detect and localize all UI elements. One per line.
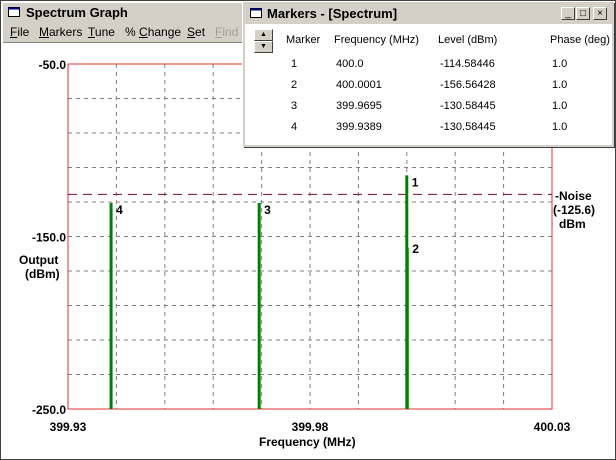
- y-axis-label-line1: Output: [19, 253, 59, 267]
- noise-unit-label: dBm: [559, 217, 586, 231]
- spinner-down-button[interactable]: ▼: [254, 41, 273, 53]
- spectral-line-marker-label: 1: [412, 175, 419, 189]
- x-tick-label: 400.03: [534, 420, 571, 434]
- menu-tune[interactable]: Tune: [88, 25, 115, 39]
- main-window-title: Spectrum Graph: [26, 5, 128, 20]
- noise-label: -Noise: [555, 189, 592, 203]
- y-tick-label: -150.0: [32, 231, 66, 245]
- spectral-line-marker-label: 4: [116, 203, 123, 217]
- minimize-button[interactable]: _: [561, 7, 575, 20]
- menu-set[interactable]: Set: [187, 25, 205, 39]
- close-icon: ×: [597, 8, 603, 19]
- column-header-marker[interactable]: Marker: [286, 34, 320, 46]
- marker-number: 2: [291, 79, 298, 91]
- marker-level: -130.58445: [440, 121, 496, 133]
- marker-level: -114.58446: [440, 58, 495, 70]
- marker-number: 3: [291, 100, 298, 112]
- marker-frequency: 400.0: [336, 58, 364, 70]
- marker-phase: 1.0: [552, 79, 568, 91]
- markers-window-title: Markers - [Spectrum]: [267, 6, 398, 21]
- marker-phase: 1.0: [552, 58, 568, 70]
- maximize-button[interactable]: □: [576, 7, 590, 20]
- menu-markers[interactable]: Markers: [39, 25, 82, 39]
- noise-value-label: (-125.6): [553, 203, 596, 217]
- marker-frequency: 399.9389: [336, 121, 382, 133]
- marker-number: 4: [291, 121, 298, 133]
- marker-phase: 1.0: [552, 100, 568, 112]
- minimize-icon: _: [565, 8, 571, 19]
- maximize-icon: □: [579, 8, 587, 19]
- marker-frequency: 400.0001: [336, 79, 382, 91]
- column-header-level[interactable]: Level (dBm): [438, 34, 497, 46]
- markers-title-bar[interactable]: Markers - [Spectrum] _ □ ×: [245, 4, 612, 24]
- marker-level: -130.58445: [440, 100, 496, 112]
- y-tick-label: -250.0: [32, 403, 66, 417]
- spectral-line-marker-label: 3: [264, 203, 271, 217]
- column-header-phase[interactable]: Phase (deg): [550, 34, 610, 46]
- x-tick-label: 399.98: [292, 420, 329, 434]
- y-tick-label: -50.0: [39, 58, 67, 72]
- marker-phase: 1.0: [552, 121, 568, 133]
- markers-window: Markers - [Spectrum] _ □ × ▲ ▼ Marker Fr…: [243, 2, 614, 147]
- spinner-up-button[interactable]: ▲: [254, 29, 273, 41]
- triangle-down-icon: ▼: [260, 43, 267, 50]
- markers-window-icon: [250, 8, 262, 18]
- x-axis-label: Frequency (MHz): [259, 435, 356, 449]
- triangle-up-icon: ▲: [260, 31, 267, 38]
- y-axis-label-line2: (dBm): [25, 267, 60, 281]
- menu-change[interactable]: % Change: [125, 25, 181, 39]
- column-header-frequency[interactable]: Frequency (MHz): [334, 34, 419, 46]
- close-button[interactable]: ×: [593, 7, 607, 20]
- marker-level: -156.56428: [440, 79, 496, 91]
- window-app-icon: [8, 7, 20, 17]
- marker-frequency: 399.9695: [336, 100, 382, 112]
- menu-file[interactable]: File: [10, 25, 29, 39]
- spectral-line-marker-label: 2: [412, 242, 419, 256]
- marker-spinner: ▲ ▼: [254, 29, 273, 53]
- menu-find[interactable]: Find: [215, 25, 238, 39]
- marker-number: 1: [291, 58, 298, 70]
- x-tick-label: 399.93: [50, 420, 87, 434]
